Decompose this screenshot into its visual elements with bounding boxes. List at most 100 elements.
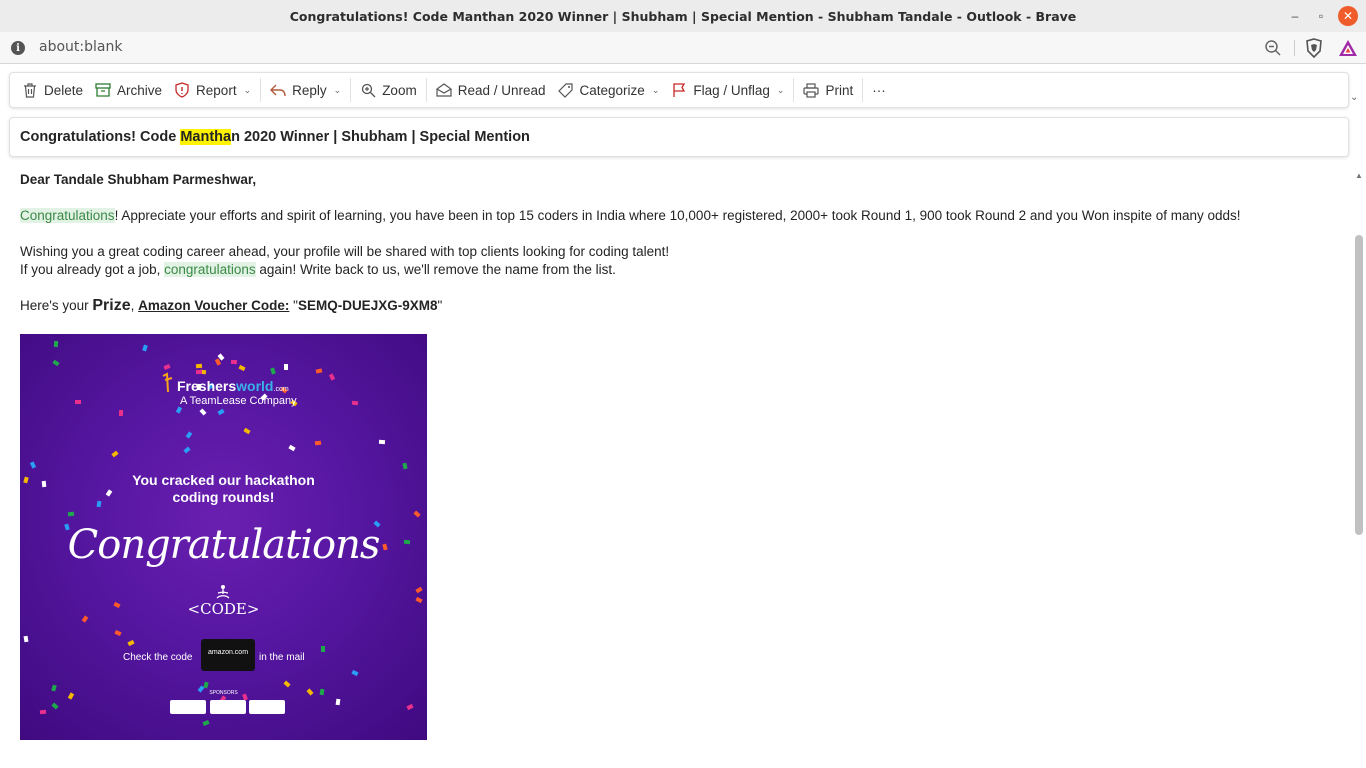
freshersworld-logo-icon xyxy=(162,372,173,393)
confetti-piece xyxy=(288,445,296,452)
quote-open: " xyxy=(289,298,298,313)
read-unread-label: Read / Unread xyxy=(457,82,546,98)
read-unread-button[interactable]: Read / Unread xyxy=(430,76,552,104)
paragraph-job: If you already got a job, congratulation… xyxy=(20,261,1241,279)
teamlease-tagline: A TeamLease Company xyxy=(180,395,297,407)
banner-congratulations-script: Congratulations xyxy=(67,522,381,568)
voucher-label: Amazon Voucher Code: xyxy=(138,298,290,313)
chevron-down-icon[interactable]: ⌄ xyxy=(777,85,785,96)
confetti-piece xyxy=(39,709,47,714)
chevron-down-icon[interactable]: ⌄ xyxy=(334,85,342,96)
window-title: Congratulations! Code Manthan 2020 Winne… xyxy=(289,8,1077,24)
greeting: Dear Tandale Shubham Parmeshwar, xyxy=(20,172,257,187)
zoom-button[interactable]: Zoom xyxy=(354,76,423,104)
print-button[interactable]: Print xyxy=(797,76,859,104)
confetti-piece xyxy=(406,703,414,710)
maximize-button[interactable]: ▫ xyxy=(1311,6,1331,26)
more-actions-button[interactable]: ··· xyxy=(866,76,892,104)
subject-text-start: Congratulations! Code xyxy=(20,129,181,145)
brave-rewards-icon[interactable] xyxy=(1338,38,1358,58)
confetti-piece xyxy=(183,446,191,454)
confetti-piece xyxy=(127,639,135,646)
confetti-piece xyxy=(238,364,246,372)
in-the-mail-text: in the mail xyxy=(259,652,305,663)
categorize-label: Categorize xyxy=(579,82,645,98)
message-scrollbar[interactable]: ▲ xyxy=(1352,165,1366,768)
confetti-piece xyxy=(53,341,59,348)
toolbar-divider xyxy=(1294,40,1295,56)
confetti-piece xyxy=(413,510,421,518)
confetti-piece xyxy=(51,702,59,710)
confetti-piece xyxy=(283,363,289,370)
toolbar-divider xyxy=(260,78,262,102)
confetti-piece xyxy=(230,359,238,365)
archive-label: Archive xyxy=(117,82,163,98)
zoom-icon xyxy=(360,82,376,98)
tag-icon xyxy=(558,82,574,98)
congratulations-banner-image: Freshersworld.com A TeamLease Company Yo… xyxy=(20,334,427,740)
confetti-piece xyxy=(118,410,123,417)
report-button[interactable]: Report ⌄ xyxy=(168,76,257,104)
shield-alert-icon xyxy=(174,82,190,98)
scroll-up-icon[interactable]: ▲ xyxy=(1355,171,1363,180)
paragraph-job-start: If you already got a job, xyxy=(20,262,165,277)
archive-icon xyxy=(95,82,111,98)
print-label: Print xyxy=(825,82,854,98)
confetti-piece xyxy=(196,369,203,374)
zoom-out-icon[interactable] xyxy=(1264,39,1282,57)
highlight-congratulations: Congratulations xyxy=(20,208,115,223)
toolbar-divider xyxy=(425,78,427,102)
paragraph-job-end: again! Write back to us, we'll remove th… xyxy=(255,262,616,277)
flag-button[interactable]: Flag / Unflag ⌄ xyxy=(665,76,790,104)
minimize-button[interactable]: – xyxy=(1285,6,1305,26)
delete-label: Delete xyxy=(44,82,84,98)
reply-button[interactable]: Reply ⌄ xyxy=(264,76,347,104)
report-label: Report xyxy=(196,82,237,98)
confetti-piece xyxy=(328,373,336,381)
paragraph-congrats-text: ! Appreciate your efforts and spirit of … xyxy=(114,208,1241,223)
paragraph-wishing: Wishing you a great coding career ahead,… xyxy=(20,244,670,259)
prize-comma: , xyxy=(130,298,139,313)
subject-text-end: n 2020 Winner | Shubham | Special Mentio… xyxy=(231,129,530,145)
confetti-piece xyxy=(195,363,203,369)
chevron-down-icon[interactable]: ⌄ xyxy=(1350,92,1358,103)
confetti-piece xyxy=(335,698,341,706)
chevron-down-icon[interactable]: ⌄ xyxy=(244,85,252,96)
confetti-piece xyxy=(185,431,193,439)
confetti-piece xyxy=(351,670,359,677)
brand-freshers: Freshers xyxy=(177,378,237,394)
quote-close: " xyxy=(437,298,443,313)
close-button[interactable]: ✕ xyxy=(1338,6,1358,26)
sponsor-logo-2 xyxy=(210,700,246,714)
brave-shields-icon[interactable] xyxy=(1305,38,1323,58)
site-info-icon[interactable]: i xyxy=(11,41,25,55)
archive-button[interactable]: Archive xyxy=(89,76,168,104)
url-field[interactable]: about:blank xyxy=(39,39,122,55)
confetti-piece xyxy=(68,511,75,517)
address-bar: i about:blank xyxy=(0,32,1366,64)
confetti-piece xyxy=(378,439,385,444)
flag-icon xyxy=(671,82,687,98)
reply-label: Reply xyxy=(292,82,327,98)
confetti-piece xyxy=(415,586,423,594)
delete-button[interactable]: Delete xyxy=(16,76,89,104)
confetti-piece xyxy=(23,635,29,642)
brand-dotcom: .com xyxy=(273,386,289,393)
chevron-down-icon[interactable]: ⌄ xyxy=(652,85,660,96)
zoom-label: Zoom xyxy=(382,82,417,98)
sponsor-logo-1 xyxy=(170,700,206,714)
categorize-button[interactable]: Categorize ⌄ xyxy=(552,76,666,104)
brand-world: world xyxy=(236,378,274,394)
confetti-piece xyxy=(114,630,122,637)
amazon-gift-card: amazon.com xyxy=(201,639,255,671)
subject-search-highlight: Mantha xyxy=(180,129,232,145)
scrollbar-thumb[interactable] xyxy=(1355,235,1363,535)
code-manthan-logo: <CODE> xyxy=(187,600,260,618)
confetti-piece xyxy=(141,344,148,352)
meditation-figure-icon xyxy=(216,585,230,599)
freshersworld-logo: Freshersworld.com xyxy=(177,378,289,394)
highlight-congratulations-2: congratulations xyxy=(164,262,256,277)
confetti-piece xyxy=(314,440,322,446)
confetti-piece xyxy=(202,719,210,726)
flag-label: Flag / Unflag xyxy=(693,82,770,98)
